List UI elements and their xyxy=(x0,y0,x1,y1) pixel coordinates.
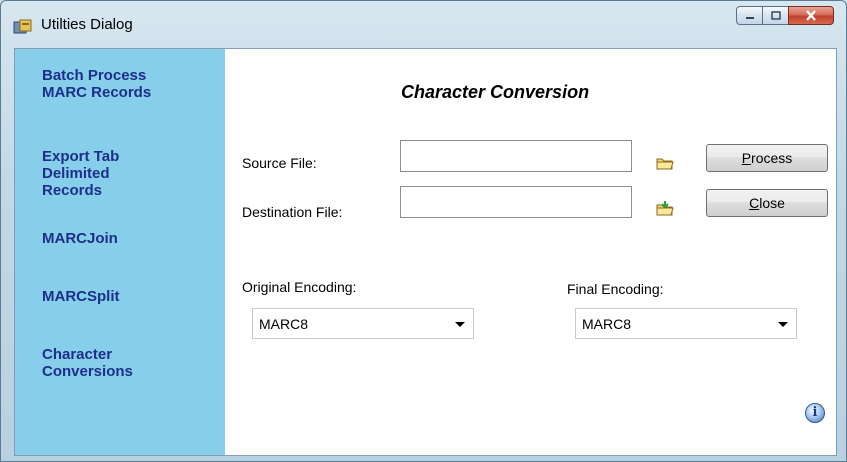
close-accel: C xyxy=(749,195,760,211)
source-file-label: Source File: xyxy=(242,155,317,171)
open-folder-icon[interactable] xyxy=(656,155,674,171)
original-encoding-select[interactable]: MARC8 xyxy=(252,308,474,339)
original-encoding-label: Original Encoding: xyxy=(242,279,357,295)
title-bar[interactable]: Utilties Dialog xyxy=(1,1,846,48)
main-panel: Character Conversion Source File: Proces… xyxy=(225,49,836,455)
maximize-icon xyxy=(770,11,781,20)
final-encoding-label: Final Encoding: xyxy=(567,281,664,297)
utilities-sidebar: Batch Process MARC Records Export Tab De… xyxy=(15,49,225,455)
maximize-button[interactable] xyxy=(762,6,788,25)
sidebar-item-export-tab-delimited[interactable]: Export Tab Delimited Records xyxy=(42,148,119,199)
sidebar-item-marcjoin[interactable]: MARCJoin xyxy=(42,230,118,247)
chevron-down-icon xyxy=(778,322,788,327)
destination-file-input[interactable] xyxy=(400,186,632,218)
utilities-dialog-window: Utilties Dialog Batch Process MARC Recor… xyxy=(0,0,847,462)
close-icon xyxy=(806,10,816,21)
sidebar-item-marcsplit[interactable]: MARCSplit xyxy=(42,288,120,305)
close-window-button[interactable] xyxy=(788,6,834,25)
process-button[interactable]: Process xyxy=(706,144,828,172)
save-folder-icon[interactable] xyxy=(656,201,674,217)
final-encoding-select[interactable]: MARC8 xyxy=(575,308,797,339)
dialog-client-area: Batch Process MARC Records Export Tab De… xyxy=(14,48,837,456)
window-title: Utilties Dialog xyxy=(41,16,133,33)
process-label: rocess xyxy=(751,150,793,166)
page-title: Character Conversion xyxy=(401,82,590,102)
source-file-input[interactable] xyxy=(400,140,632,172)
close-label: lose xyxy=(759,195,785,211)
minimize-icon xyxy=(745,16,754,19)
window-controls xyxy=(736,6,834,26)
process-accel: P xyxy=(741,150,752,166)
info-icon[interactable]: i xyxy=(805,403,825,423)
chevron-down-icon xyxy=(455,322,465,327)
sidebar-item-batch-process[interactable]: Batch Process MARC Records xyxy=(42,67,151,101)
app-icon xyxy=(13,19,32,34)
minimize-button[interactable] xyxy=(736,6,762,25)
destination-file-label: Destination File: xyxy=(242,204,343,220)
final-encoding-value: MARC8 xyxy=(582,316,632,332)
close-button[interactable]: Close xyxy=(706,189,828,217)
original-encoding-value: MARC8 xyxy=(259,316,309,332)
sidebar-item-character-conversions[interactable]: Character Conversions xyxy=(42,346,133,380)
